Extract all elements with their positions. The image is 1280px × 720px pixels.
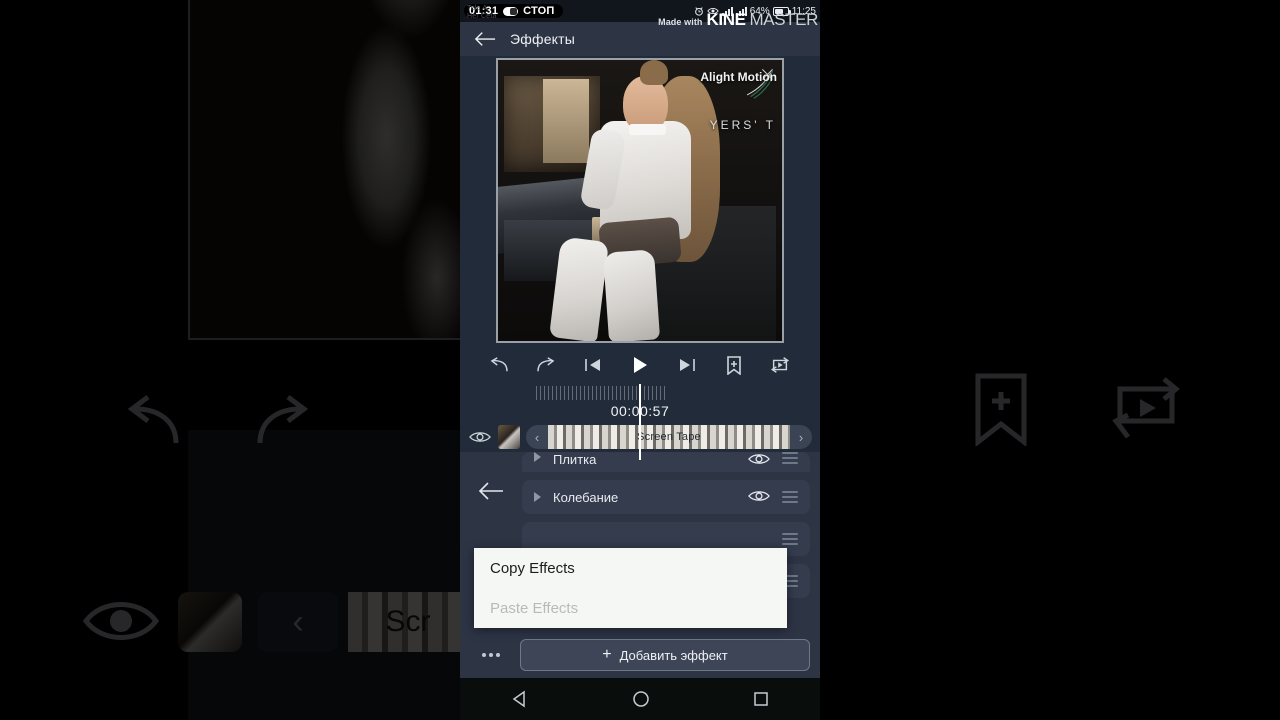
- redo-button[interactable]: [532, 353, 560, 377]
- alarm-icon: [694, 7, 703, 16]
- phone-screen: Tele A Her Ceta 01:31 СТОП 64% 11:25 Mad…: [460, 0, 820, 720]
- effect-drag-handle[interactable]: [782, 491, 798, 503]
- status-bar: Tele A Her Ceta 01:31 СТОП 64% 11:25: [460, 0, 820, 22]
- eye-icon: [706, 7, 719, 15]
- expand-caret-icon[interactable]: [534, 452, 541, 462]
- preview-subject-ponytail: [640, 59, 669, 85]
- transport-controls: [460, 344, 820, 386]
- skip-to-end-button[interactable]: [673, 353, 701, 377]
- preview-subject-choker: [628, 124, 666, 136]
- timeline-playhead[interactable]: [639, 384, 641, 460]
- preview-wall-panel: [543, 79, 589, 164]
- status-ghost-text: Tele A Her Ceta: [467, 5, 497, 21]
- effect-visibility-icon[interactable]: [748, 452, 770, 469]
- nav-home-icon[interactable]: [632, 690, 650, 708]
- timeline[interactable]: 00:00:57 ‹ Screen Tape ›: [460, 384, 820, 460]
- effect-visibility-icon[interactable]: [748, 489, 770, 506]
- background-blur-left: ‹ Scr: [0, 0, 462, 720]
- menu-item-paste-effects: Paste Effects: [490, 599, 579, 617]
- background-blur-right: [818, 0, 1280, 720]
- plus-icon: +: [602, 646, 612, 663]
- video-preview[interactable]: Alight Motion YERS' T: [496, 57, 784, 343]
- nav-recents-icon[interactable]: [753, 691, 769, 707]
- screenshot-root: ‹ Scr Tele A Her Ceta 01:31: [0, 0, 1280, 720]
- effect-name: Плитка: [553, 452, 597, 467]
- menu-item-copy-effects[interactable]: Copy Effects: [474, 548, 787, 588]
- add-effect-button[interactable]: + Добавить эффект: [520, 639, 810, 671]
- recorder-stop-label: СТОП: [523, 5, 555, 17]
- signal-icon-1: [721, 6, 733, 16]
- background-dim-overlay-left: [0, 0, 462, 720]
- app-bar: Эффекты: [460, 22, 820, 56]
- clip-filmstrip[interactable]: Screen Tape: [548, 425, 790, 449]
- effect-drag-handle[interactable]: [782, 452, 798, 464]
- timeline-clip[interactable]: ‹ Screen Tape ›: [526, 425, 812, 449]
- play-button[interactable]: [626, 353, 654, 377]
- preview-area: Alight Motion YERS' T: [460, 56, 820, 344]
- page-title: Эффекты: [510, 31, 576, 47]
- background-dim-overlay-right: [818, 0, 1280, 720]
- preview-subject-boot-right: [602, 248, 661, 341]
- effect-name: Колебание: [553, 489, 619, 505]
- effect-row[interactable]: Плитка: [522, 452, 810, 472]
- add-effect-label: Добавить эффект: [619, 647, 728, 663]
- back-arrow-icon[interactable]: [474, 31, 496, 47]
- undo-button[interactable]: [485, 353, 513, 377]
- status-ghost-line-2: Her Ceta: [467, 13, 497, 20]
- timeline-ruler: [536, 386, 668, 400]
- track-thumbnail[interactable]: [498, 425, 520, 449]
- status-bar-right: 64% 11:25: [694, 6, 816, 17]
- status-clock: 11:25: [791, 5, 816, 17]
- clip-prev-arrow[interactable]: ‹: [526, 425, 548, 449]
- add-bookmark-button[interactable]: [720, 353, 748, 377]
- back-arrow-icon[interactable]: [478, 482, 504, 500]
- status-ghost-line-1: Tele A: [467, 5, 488, 12]
- signal-icon-2: [735, 6, 747, 16]
- skip-to-start-button[interactable]: [579, 353, 607, 377]
- battery-percent: 64%: [749, 5, 770, 17]
- preview-overlay-text: YERS' T: [709, 117, 776, 132]
- effect-row[interactable]: Колебание: [522, 480, 810, 514]
- context-menu[interactable]: Copy Effects Paste Effects: [474, 548, 787, 628]
- more-options-button[interactable]: [470, 653, 512, 657]
- recorder-toggle-icon[interactable]: [503, 6, 519, 16]
- clip-next-arrow[interactable]: ›: [790, 425, 812, 449]
- alight-motion-watermark: Alight Motion: [700, 69, 777, 84]
- track-visibility-toggle[interactable]: [468, 425, 492, 449]
- effect-drag-handle[interactable]: [782, 533, 798, 545]
- expand-caret-icon[interactable]: [534, 492, 541, 502]
- bottom-bar: + Добавить эффект: [460, 632, 820, 678]
- android-nav-bar: [460, 678, 820, 720]
- loop-preview-button[interactable]: [766, 353, 794, 377]
- nav-back-icon[interactable]: [511, 690, 529, 708]
- clip-label: Screen Tape: [637, 431, 701, 443]
- battery-icon: [772, 6, 791, 16]
